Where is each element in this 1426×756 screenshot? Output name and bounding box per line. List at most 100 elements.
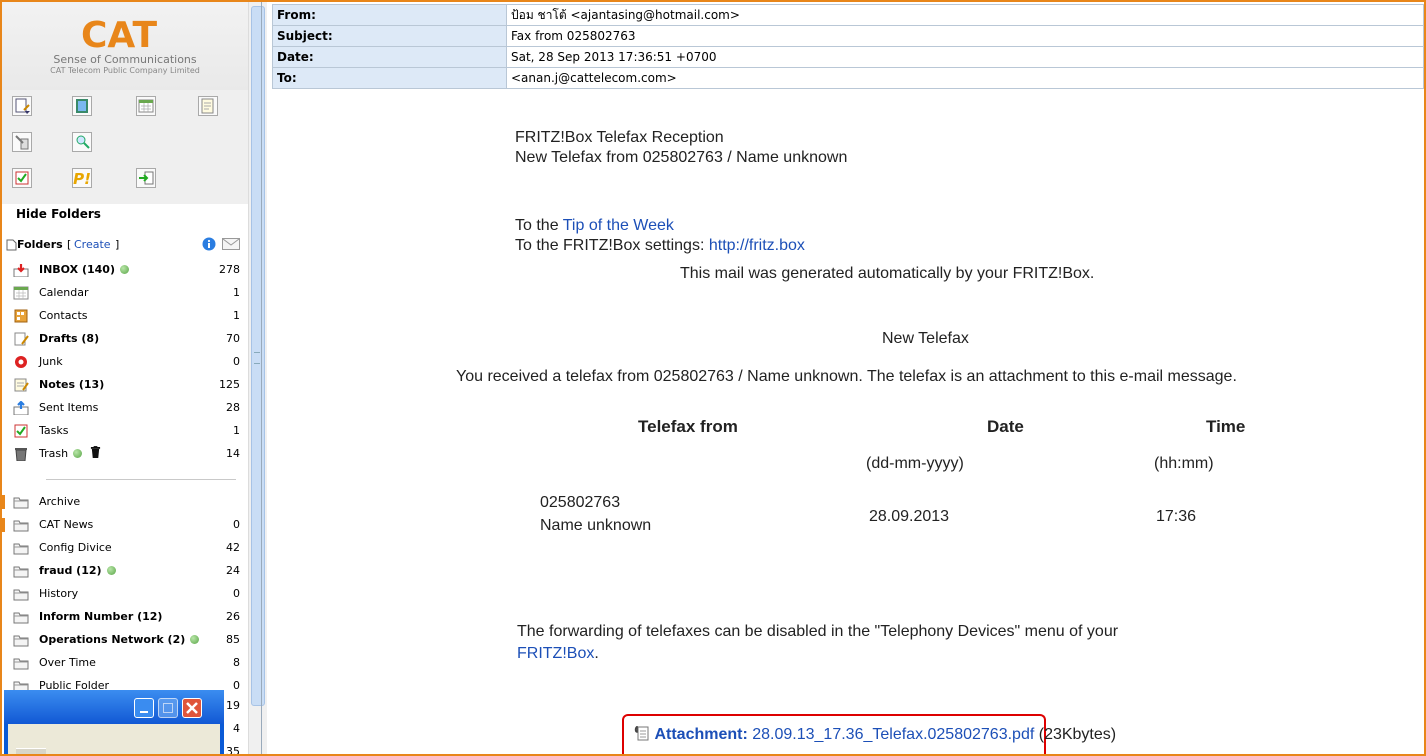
sent-icon — [13, 400, 29, 416]
status-dot-icon — [119, 265, 129, 274]
sidebar-item[interactable]: Config Divice 42 — [4, 538, 240, 560]
folders-header: Folders [ Create ] — [4, 236, 242, 254]
folder-tree-icon — [6, 239, 17, 251]
close-button[interactable] — [182, 698, 202, 718]
folder-icon — [13, 610, 29, 624]
sidebar-item[interactable]: Trash 14 — [4, 444, 240, 466]
toolbar-icons: P! — [2, 90, 248, 204]
logo-company: CAT Telecom Public Company Limited — [50, 66, 200, 75]
sidebar-item[interactable]: Calendar 1 — [4, 283, 240, 305]
sidebar-item[interactable]: Sent Items 28 — [4, 398, 240, 420]
folder-count: 85 — [226, 633, 240, 646]
options-icon[interactable] — [12, 132, 32, 152]
attachment-file-link[interactable]: 28.09.13_17.36_Telefax.025802763.pdf — [752, 726, 1034, 743]
header-label: Date: — [272, 46, 507, 68]
import-icon[interactable] — [136, 168, 156, 188]
folder-count: 24 — [226, 564, 240, 577]
tip-of-week-link[interactable]: Tip of the Week — [563, 217, 674, 234]
sidebar-item[interactable]: INBOX (140) 278 — [4, 260, 240, 282]
folder-count: 26 — [226, 610, 240, 623]
email-window: CAT Sense of Communications CAT Telecom … — [0, 0, 1426, 756]
header-label: From: — [272, 4, 507, 26]
tip-line: To the Tip of the Week — [515, 217, 674, 235]
header-value[interactable]: Fax from 025802763 — [506, 25, 1424, 47]
folders-label: Folders — [17, 238, 63, 251]
popup-window[interactable] — [4, 690, 224, 754]
info-icon[interactable] — [202, 237, 216, 251]
folder-count: 0 — [233, 355, 240, 368]
folder-count: 0 — [233, 587, 240, 600]
scrollbar-grip — [254, 352, 260, 364]
sidebar-item[interactable]: Contacts 1 — [4, 306, 240, 328]
sidebar-item[interactable]: Drafts (8) 70 — [4, 329, 240, 351]
pane-divider[interactable] — [261, 2, 262, 754]
fritz-box-menu-link[interactable]: FRITZ!Box — [517, 645, 594, 662]
mail-icon[interactable] — [222, 238, 240, 250]
sidebar-scrollbar[interactable] — [248, 2, 267, 754]
sidebar-item[interactable]: CAT News 0 — [4, 515, 240, 537]
header-value[interactable]: ป้อม ชาโต้ <ajantasing@hotmail.com> — [506, 4, 1424, 26]
minimize-button[interactable] — [134, 698, 154, 718]
folder-icon — [13, 541, 29, 555]
header-value[interactable]: <anan.j@cattelecom.com> — [506, 67, 1424, 89]
inbox-icon — [13, 263, 29, 278]
col-telefax-from: Telefax from — [638, 417, 738, 436]
sidebar-item[interactable]: fraud (12) 24 — [4, 561, 240, 583]
calendar-tool-icon[interactable] — [136, 96, 156, 116]
period: . — [594, 645, 599, 662]
folder-count: 14 — [226, 447, 240, 460]
folder-count: 125 — [219, 378, 240, 391]
header-value[interactable]: Sat, 28 Sep 2013 17:36:51 +0700 — [506, 46, 1424, 68]
status-dot-icon — [73, 449, 83, 458]
create-folder-link[interactable]: Create — [74, 238, 111, 251]
header-label: To: — [272, 67, 507, 89]
folder-icon — [13, 656, 29, 670]
contacts-icon — [13, 309, 29, 323]
to-the-text: To the — [515, 217, 559, 234]
calendar-icon — [13, 286, 29, 300]
note-tool-icon[interactable] — [198, 96, 218, 116]
new-telefax-heading: New Telefax — [882, 330, 969, 347]
header-row: From: ป้อม ชาโต้ <ajantasing@hotmail.com> — [272, 4, 1424, 26]
sidebar-item[interactable]: Operations Network (2) 85 — [4, 630, 240, 652]
tasks-tool-icon[interactable] — [12, 168, 32, 188]
forwarding-note: The forwarding of telefaxes can be disab… — [517, 623, 1119, 640]
notes-icon — [13, 378, 29, 392]
popup-titlebar[interactable] — [4, 690, 224, 724]
compose-icon[interactable] — [12, 96, 32, 116]
message-body: FRITZ!Box Telefax Reception New Telefax … — [266, 92, 1424, 754]
p-icon[interactable]: P! — [72, 168, 92, 188]
attachment-line: Attachment: 28.09.13_17.36_Telefax.02580… — [634, 725, 1116, 744]
sidebar-item[interactable]: Notes (13) 125 — [4, 375, 240, 397]
sidebar-item[interactable]: Inform Number (12) 26 — [4, 607, 240, 629]
folder-count: 0 — [233, 518, 240, 531]
search-icon[interactable] — [72, 132, 92, 152]
folder-name: Tasks — [39, 424, 69, 437]
trash-icon — [13, 447, 29, 462]
folder-name: fraud (12) — [39, 561, 116, 581]
fax-reception-title: FRITZ!Box Telefax Reception — [515, 129, 724, 146]
fritz-box-link[interactable]: http://fritz.box — [709, 237, 805, 254]
folder-name: Junk — [39, 355, 63, 368]
header-row: To: <anan.j@cattelecom.com> — [272, 67, 1424, 89]
header-row: Date: Sat, 28 Sep 2013 17:36:51 +0700 — [272, 46, 1424, 68]
sidebar-item[interactable]: Archive — [4, 492, 240, 514]
empty-trash-icon[interactable] — [90, 446, 101, 459]
sidebar-item[interactable]: Tasks 1 — [4, 421, 240, 443]
maximize-button[interactable] — [158, 698, 178, 718]
sidebar-item[interactable]: History 0 — [4, 584, 240, 606]
folder-count: 70 — [226, 332, 240, 345]
folder-name: Trash — [39, 444, 101, 464]
sidebar-item[interactable]: Junk 0 — [4, 352, 240, 374]
orange-marker — [2, 518, 5, 532]
sidebar: CAT Sense of Communications CAT Telecom … — [2, 2, 248, 754]
sidebar-item[interactable]: Over Time 8 — [4, 653, 240, 675]
folder-count: 19 — [226, 699, 240, 712]
folder-count: 35 — [226, 745, 240, 754]
fax-time: 17:36 — [1156, 508, 1197, 525]
popup-body — [8, 724, 220, 754]
address-book-icon[interactable] — [72, 96, 92, 116]
hide-folders-link[interactable]: Hide Folders — [16, 207, 101, 221]
folder-count: 1 — [233, 286, 240, 299]
received-text: You received a telefax from 025802763 / … — [456, 368, 1237, 385]
